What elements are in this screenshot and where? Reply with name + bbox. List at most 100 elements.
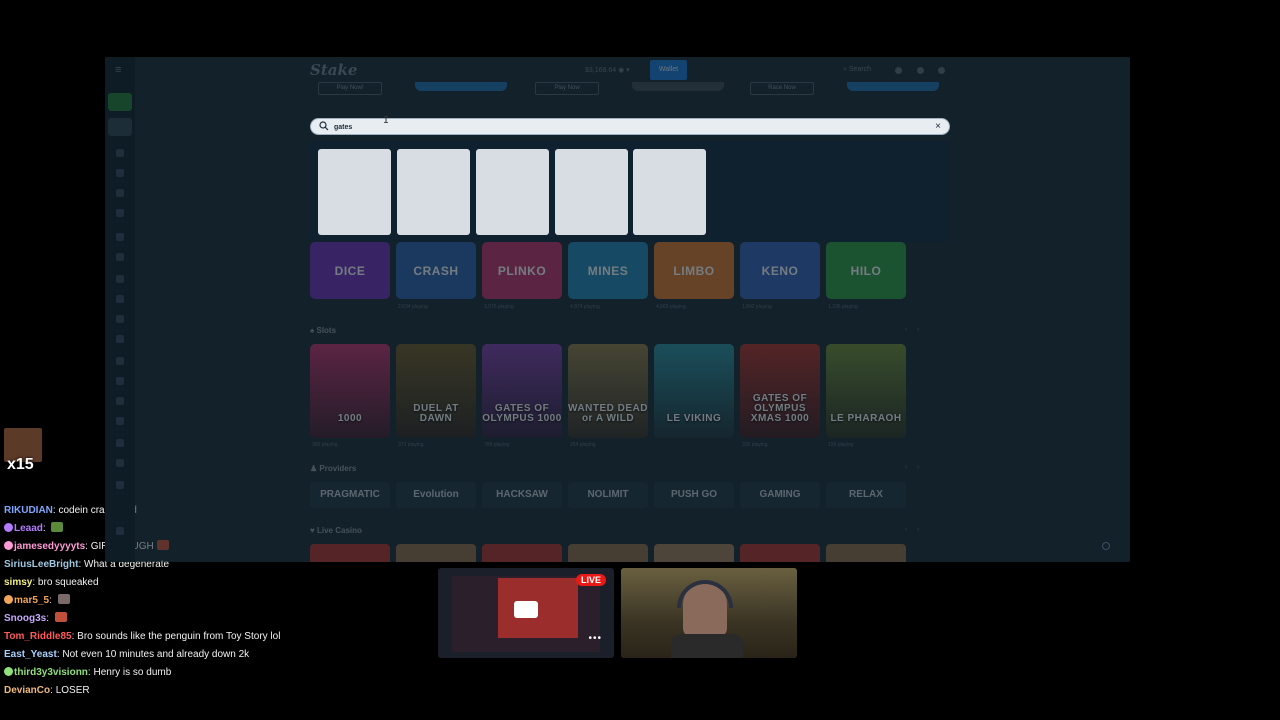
- search-bar[interactable]: ×: [310, 118, 950, 135]
- casino-tab[interactable]: [108, 93, 132, 111]
- wallet-button[interactable]: Wallet: [650, 60, 687, 80]
- slot-game-tile[interactable]: DUEL AT DAWN: [396, 344, 476, 438]
- chat-separator: :: [46, 613, 52, 624]
- promo-button-1[interactable]: Play Now!: [318, 82, 382, 95]
- live-game-tile[interactable]: [654, 544, 734, 562]
- provider-tile[interactable]: HACKSAW: [482, 482, 562, 508]
- chat-message: simsy: bro squeaked: [4, 575, 434, 593]
- original-game-tile[interactable]: LIMBO: [654, 242, 734, 299]
- recent-icon[interactable]: [116, 169, 124, 177]
- search-result-card[interactable]: [318, 149, 391, 235]
- promo-banner-3[interactable]: [847, 82, 939, 91]
- provider-tile[interactable]: PRAGMATIC: [310, 482, 390, 508]
- clear-search-icon[interactable]: ×: [935, 120, 941, 134]
- sponsorships-icon[interactable]: [116, 481, 124, 489]
- slot-game-tile[interactable]: WANTED DEAD or A WILD: [568, 344, 648, 438]
- slots-nav-arrows[interactable]: ‹ ›: [905, 326, 919, 333]
- chat-username[interactable]: Leaad: [14, 523, 43, 534]
- search-result-card[interactable]: [633, 149, 706, 235]
- live-game-tile[interactable]: [826, 544, 906, 562]
- chat-username[interactable]: SiriusLeeBright: [4, 559, 78, 570]
- play-icon[interactable]: [514, 601, 538, 618]
- chat-message: Snoog3s:: [4, 611, 434, 629]
- playing-count: 1,336 playing: [828, 304, 858, 310]
- live-game-tile[interactable]: [310, 544, 390, 562]
- new-releases-icon[interactable]: [116, 335, 124, 343]
- live-game-tile[interactable]: [396, 544, 476, 562]
- slots-icon[interactable]: [116, 275, 124, 283]
- balance-display[interactable]: $3,168.64 ◉ ▾: [585, 66, 630, 74]
- sports-tab[interactable]: [108, 118, 132, 136]
- vip-icon[interactable]: [116, 417, 124, 425]
- slot-game-tile[interactable]: LE VIKING: [654, 344, 734, 438]
- original-game-tile[interactable]: MINES: [568, 242, 648, 299]
- promo-banner-2[interactable]: [632, 82, 724, 91]
- support-icon[interactable]: [116, 527, 124, 535]
- provider-tile[interactable]: Evolution: [396, 482, 476, 508]
- original-game-tile[interactable]: CRASH: [396, 242, 476, 299]
- originals-icon[interactable]: [116, 233, 124, 241]
- search-result-card[interactable]: [397, 149, 470, 235]
- original-game-tile[interactable]: PLINKO: [482, 242, 562, 299]
- slot-game-tile[interactable]: LE PHARAOH: [826, 344, 906, 438]
- slot-game-tile[interactable]: GATES OF OLYMPUS 1000: [482, 344, 562, 438]
- original-game-tile[interactable]: HILO: [826, 242, 906, 299]
- chat-username[interactable]: East_Yeast: [4, 649, 57, 660]
- chat-username[interactable]: simsy: [4, 577, 32, 588]
- slot-game-tile[interactable]: GATES OF OLYMPUS XMAS 1000: [740, 344, 820, 438]
- chat-message: East_Yeast: Not even 10 minutes and alre…: [4, 647, 434, 665]
- help-icon[interactable]: [1102, 542, 1110, 550]
- chat-username[interactable]: Snoog3s: [4, 613, 46, 624]
- challenges-icon[interactable]: [116, 189, 124, 197]
- chat-icon[interactable]: [938, 67, 945, 74]
- live-nav-arrows[interactable]: ‹ ›: [905, 526, 919, 533]
- notifications-icon[interactable]: [917, 67, 924, 74]
- emote-icon: [54, 612, 67, 622]
- chat-username[interactable]: jamesedyyyyts: [14, 541, 85, 552]
- providers-heading-label: Providers: [319, 464, 357, 473]
- game-shows-icon[interactable]: [116, 315, 124, 323]
- search-icon: [319, 121, 329, 131]
- promo-banner-1[interactable]: [415, 82, 507, 91]
- promotions-icon[interactable]: [116, 377, 124, 385]
- live-game-tile[interactable]: [482, 544, 562, 562]
- provider-tile[interactable]: GAMING: [740, 482, 820, 508]
- bets-icon[interactable]: [116, 209, 124, 217]
- provider-tile[interactable]: NOLIMIT: [568, 482, 648, 508]
- playing-count: 264 playing: [570, 442, 596, 448]
- stream-preview-thumbnail[interactable]: LIVE •••: [438, 568, 614, 658]
- slot-game-tile[interactable]: 1000: [310, 344, 390, 438]
- live-game-tile[interactable]: [740, 544, 820, 562]
- live-game-tile[interactable]: [568, 544, 648, 562]
- game-title: LE PHARAOH: [830, 413, 902, 424]
- playing-count: 789 playing: [484, 442, 510, 448]
- affiliate-icon[interactable]: [116, 397, 124, 405]
- user-icon[interactable]: [895, 67, 902, 74]
- exclusives-icon[interactable]: [116, 253, 124, 261]
- more-options-icon[interactable]: •••: [588, 633, 602, 644]
- chat-username[interactable]: mar5_5: [14, 595, 49, 606]
- original-game-tile[interactable]: KENO: [740, 242, 820, 299]
- blog-icon[interactable]: [116, 439, 124, 447]
- live-casino-icon[interactable]: [116, 295, 124, 303]
- chat-username[interactable]: third3y3visionn: [14, 667, 88, 678]
- forum-icon[interactable]: [116, 459, 124, 467]
- stake-logo[interactable]: Stake: [310, 61, 357, 79]
- search-input[interactable]: [334, 120, 894, 134]
- promo-button-3[interactable]: Race Now: [750, 82, 814, 95]
- favorites-icon[interactable]: [116, 149, 124, 157]
- game-title: 1000: [337, 413, 363, 424]
- search-result-card[interactable]: [555, 149, 628, 235]
- promo-button-2[interactable]: Play Now: [535, 82, 599, 95]
- provider-tile[interactable]: PUSH GO: [654, 482, 734, 508]
- top-search-button[interactable]: ⌕ Search: [843, 66, 871, 74]
- providers-nav-arrows[interactable]: ‹ ›: [905, 464, 919, 471]
- provider-tile[interactable]: RELAX: [826, 482, 906, 508]
- chat-username[interactable]: DevianCo: [4, 685, 50, 696]
- publishers-icon[interactable]: [116, 357, 124, 365]
- search-result-card[interactable]: [476, 149, 549, 235]
- chat-username[interactable]: Tom_Riddle85: [4, 631, 72, 642]
- menu-icon[interactable]: ≡: [115, 65, 125, 76]
- original-game-tile[interactable]: DICE: [310, 242, 390, 299]
- chat-username[interactable]: RIKUDIAN: [4, 505, 53, 516]
